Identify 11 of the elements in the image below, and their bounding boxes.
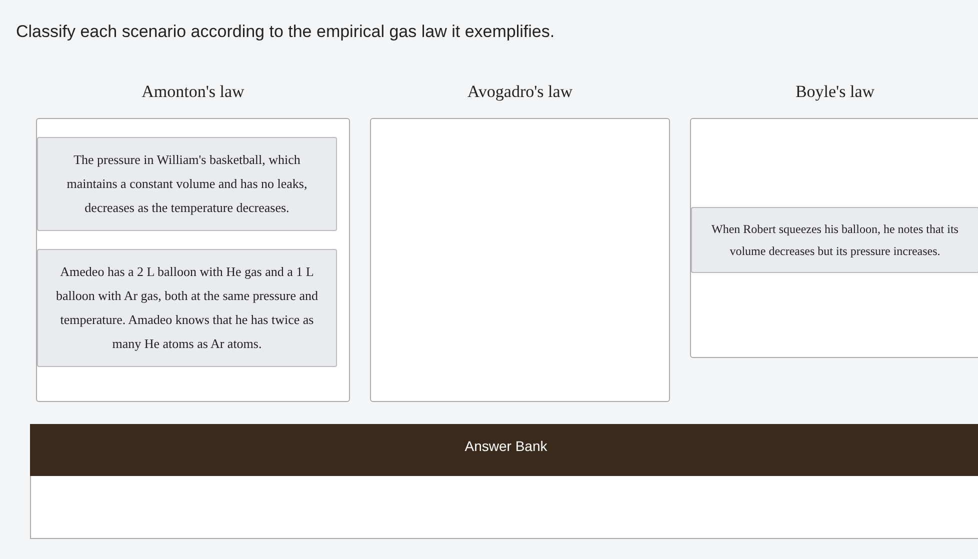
drop-zone[interactable]: When Robert squeezes his balloon, he notes that its volume decreases but its pressure increases. <box>690 118 978 358</box>
category-label: Boyle's law <box>795 82 875 102</box>
scenario-card[interactable]: Amedeo has a 2 L balloon with He gas and a 1 L balloon with Ar gas, both at the same pressure and temperature. Amadeo knows that he has twice as many He atoms as Ar atoms. <box>37 249 337 367</box>
category-label: Amonton's law <box>142 82 244 102</box>
scenario-card[interactable]: When Robert squeezes his balloon, he notes that its volume decreases but its pressure increases. <box>691 207 978 273</box>
drop-zone[interactable] <box>36 118 350 402</box>
instruction-text: Classify each scenario according to the empirical gas law it exemplifies. <box>16 22 556 42</box>
scenario-card[interactable]: The pressure in William's basketball, which maintains a constant volume and has no leaks, decreases as the temperature decreases. <box>37 137 337 231</box>
answer-bank-header: Answer Bank <box>30 424 978 476</box>
answer-bank-area[interactable] <box>30 476 978 539</box>
category-label: Avogadro's law <box>467 82 573 102</box>
